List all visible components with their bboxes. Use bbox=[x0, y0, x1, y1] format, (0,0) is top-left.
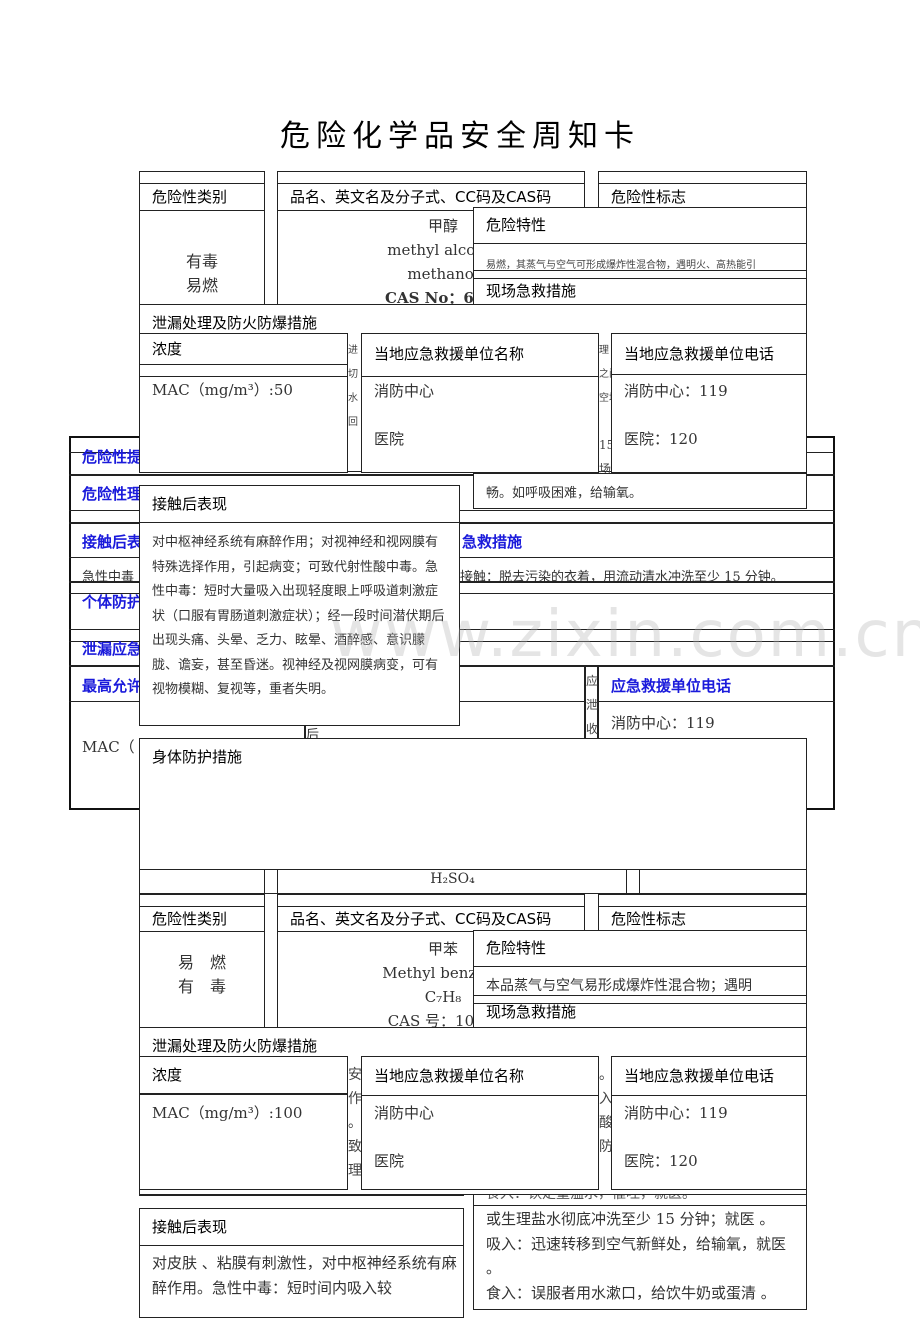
label-max-allowed: 最高允许 bbox=[82, 677, 143, 695]
body-protection-panel: 身体防护措施 bbox=[139, 738, 807, 870]
label-hazard-overview: 危险性提 bbox=[82, 448, 143, 466]
rescue-phone-label: 当地应急救援单位电话 bbox=[612, 1057, 806, 1096]
body-protection-label: 身体防护措施 bbox=[152, 748, 243, 766]
concentration-label: 浓度 bbox=[140, 334, 347, 365]
contact-effects-label: 接触后表现 bbox=[140, 486, 459, 523]
rescue-name-fire: 消防中心 bbox=[374, 382, 435, 400]
fragment: 理 bbox=[348, 1163, 362, 1179]
label-first-aid: 急救措施 bbox=[462, 533, 523, 551]
product-name-label: 品名、英文名及分子式、CC码及CAS码 bbox=[278, 906, 584, 932]
toluene-hazard-properties-panel: 危险特性 本品蒸气与空气易形成爆炸性混合物；遇明 现场急救措施 bbox=[473, 930, 807, 1028]
label-contact-effects: 接触后表 bbox=[82, 533, 143, 551]
side-fragment: 应 bbox=[586, 674, 599, 688]
side-fragment: 泄 bbox=[586, 698, 599, 712]
mac-value: MAC（mg/m³）:50 bbox=[152, 381, 293, 399]
first-aid-tail: 畅。如呼吸困难，给输氧。 bbox=[473, 473, 807, 509]
first-aid-line: 食入：误服者用水漱口，给饮牛奶或蛋清 。 bbox=[486, 1283, 776, 1302]
concentration-label: 浓度 bbox=[140, 1057, 347, 1094]
contact-effects-text: 对中枢神经系统有麻醉作用；对视神经和视网膜有特殊选择作用，引起病变；可致代射性酸… bbox=[152, 535, 445, 697]
fragment: 理 bbox=[599, 345, 609, 356]
mac-fragment: MAC（ bbox=[82, 738, 135, 756]
hazard-class-cell: 危险性类别 有毒 易燃 bbox=[139, 171, 265, 311]
first-aid-line: 或生理盐水彻底冲洗至少 15 分钟；就医 。 bbox=[486, 1210, 775, 1228]
rescue-phone-cell: 当地应急救援单位电话 消防中心：119 医院：120 bbox=[611, 333, 807, 473]
first-aid-tail-text: 畅。如呼吸困难，给输氧。 bbox=[486, 486, 643, 501]
hazard-class-flammable: 易 燃 bbox=[177, 953, 226, 972]
page-title: 危险化学品安全周知卡 bbox=[280, 119, 640, 154]
label-personal-protection: 个体防护 bbox=[82, 593, 143, 611]
rescue-name-fire: 消防中心 bbox=[374, 1104, 435, 1122]
contact-effects-panel: 接触后表现 对中枢神经系统有麻醉作用；对视神经和视网膜有特殊选择作用，引起病变；… bbox=[139, 485, 460, 726]
contact-effects-text: 对皮肤 、粘膜有刺激性，对中枢神经系统有麻醉作用。急性中毒：短时间内吸入较 bbox=[152, 1254, 457, 1297]
toluene-first-aid-panel: 食入：饮足量温水，催吐，就医。 或生理盐水彻底冲洗至少 15 分钟；就医 。 吸… bbox=[473, 1180, 807, 1310]
side-fragment: 收 bbox=[586, 722, 599, 736]
rescue-phone-fire: 消防中心：119 bbox=[624, 1104, 728, 1122]
rescue-phone-fire: 消防中心：119 bbox=[611, 714, 715, 732]
rescue-name-label: 当地应急救援单位名称 bbox=[362, 1057, 598, 1096]
rescue-name-hospital: 医院 bbox=[374, 430, 405, 448]
contact-effects-label: 接触后表现 bbox=[140, 1209, 463, 1246]
concentration-cell: 浓度 MAC（mg/m³）:50 bbox=[139, 333, 348, 473]
hazard-properties-text: 易燃，其蒸气与空气可形成爆炸性混合物，遇明火、高热能引 bbox=[486, 260, 756, 271]
hazard-properties-text: 本品蒸气与空气易形成爆炸性混合物；遇明 bbox=[486, 978, 752, 994]
mac-value: MAC（mg/m³）:100 bbox=[152, 1104, 303, 1122]
fragment: 切 bbox=[348, 369, 358, 380]
rescue-phone-label: 当地应急救援单位电话 bbox=[612, 334, 806, 375]
first-aid-line: 吸入：迅速转移到空气新鲜处，给输氧，就医 。 bbox=[486, 1234, 787, 1278]
rescue-phone-label: 应急救援单位电话 bbox=[611, 677, 732, 695]
hazard-class-flammable: 易燃 bbox=[185, 276, 218, 295]
fragment: 水 bbox=[348, 393, 358, 404]
label-leak-emergency: 泄漏应急 bbox=[82, 640, 143, 658]
hazard-properties-panel: 危险特性 易燃，其蒸气与空气可形成爆炸性混合物，遇明火、高热能引 现场急救措施 bbox=[473, 207, 807, 305]
rescue-name-label: 当地应急救援单位名称 bbox=[374, 345, 525, 363]
rescue-phone-hospital: 医院：120 bbox=[624, 1152, 698, 1170]
hazard-class-toxic: 有 毒 bbox=[177, 977, 226, 996]
fragment: 。 bbox=[348, 1115, 362, 1131]
hazard-properties-label: 危险特性 bbox=[474, 931, 806, 967]
rescue-name-hospital: 医院 bbox=[374, 1152, 405, 1170]
toluene-concentration-cell: 浓度 MAC（mg/m³）:100 bbox=[139, 1056, 348, 1190]
hazard-class-label: 危险性类别 bbox=[140, 906, 264, 932]
toluene-rescue-phone-cell: 当地应急救援单位电话 消防中心：119 医院：120 bbox=[611, 1056, 807, 1190]
rescue-phone-fire: 消防中心：119 bbox=[624, 382, 728, 400]
hazard-class-label: 危险性类别 bbox=[140, 183, 264, 211]
first-aid-label: 现场急救措施 bbox=[486, 282, 577, 300]
hazard-class-toxic: 有毒 bbox=[185, 252, 218, 271]
fragment: 回 bbox=[348, 417, 358, 428]
fragment: 进 bbox=[348, 345, 358, 356]
rescue-name-cell: 当地应急救援单位名称 消防中心 医院 bbox=[361, 333, 599, 473]
first-aid-label: 现场急救措施 bbox=[486, 1003, 577, 1021]
hazard-sign-label: 危险性标志 bbox=[599, 906, 806, 932]
hazard-properties-label: 危险特性 bbox=[474, 208, 806, 244]
label-hazard-physchem: 危险性理 bbox=[82, 485, 143, 503]
fragment: 安 bbox=[348, 1067, 362, 1083]
formula-h2so4: H₂SO₄ bbox=[430, 871, 475, 887]
rescue-phone-hospital: 医院：120 bbox=[624, 430, 698, 448]
toluene-hazard-class-cell: 危险性类别 易 燃 有 毒 bbox=[139, 894, 265, 1034]
toluene-rescue-name-cell: 当地应急救援单位名称 消防中心 医院 bbox=[361, 1056, 599, 1190]
fragment: 作 bbox=[348, 1091, 362, 1107]
